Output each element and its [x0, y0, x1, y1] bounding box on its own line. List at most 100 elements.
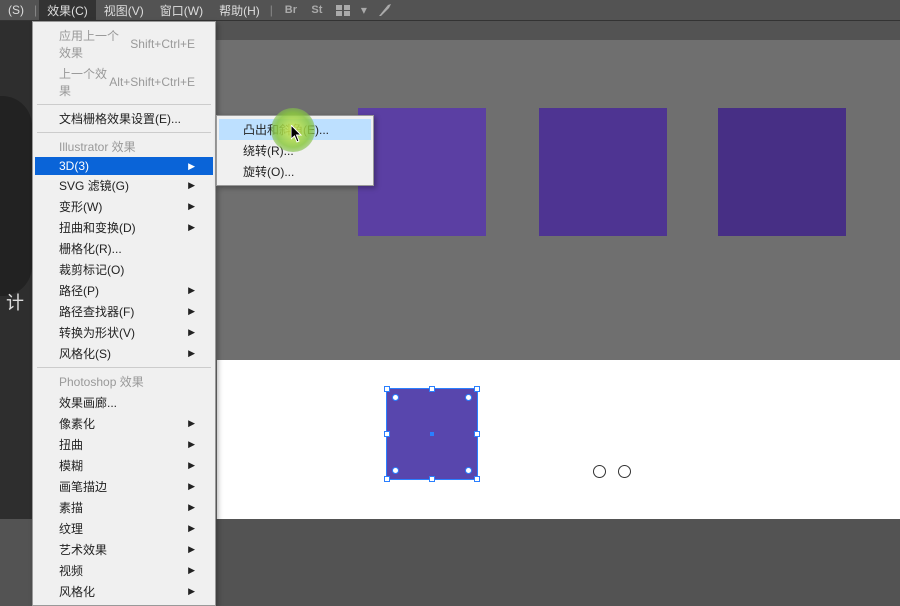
submenu-item[interactable]: 凸出和斜角(E)...	[219, 119, 371, 140]
menu-section-illustrator: Illustrator 效果	[35, 136, 213, 157]
menu-item[interactable]: 扭曲和变换(D)▶	[35, 217, 213, 238]
circle-1[interactable]	[593, 465, 606, 478]
bridge-icon[interactable]: Br	[283, 2, 299, 18]
menu-item[interactable]: 风格化▶	[35, 581, 213, 602]
resize-handle-nw[interactable]	[384, 386, 390, 392]
anchor-point[interactable]	[465, 467, 472, 474]
menu-s[interactable]: (S)	[0, 0, 32, 20]
anchor-point[interactable]	[465, 394, 472, 401]
menu-doc-raster[interactable]: 文档栅格效果设置(E)...	[35, 108, 213, 129]
menu-view[interactable]: 视图(V)	[96, 0, 152, 20]
menu-divider	[37, 367, 211, 368]
submenu-arrow-icon: ▶	[188, 180, 195, 191]
menu-section-photoshop: Photoshop 效果	[35, 371, 213, 392]
menu-item[interactable]: SVG 滤镜(G)▶	[35, 175, 213, 196]
anchor-point[interactable]	[392, 467, 399, 474]
anchor-point[interactable]	[392, 394, 399, 401]
menu-label: 艺术效果	[59, 541, 107, 558]
submenu-arrow-icon: ▶	[188, 481, 195, 492]
menu-label: 3D(3)	[59, 159, 89, 173]
menu-item[interactable]: 模糊▶	[35, 455, 213, 476]
menu-label: 文档栅格效果设置(E)...	[59, 110, 181, 127]
menu-effects[interactable]: 效果(C)	[39, 0, 96, 20]
menu-shortcut: Alt+Shift+Ctrl+E	[109, 75, 195, 89]
menu-label: 风格化(S)	[59, 345, 111, 362]
resize-handle-w[interactable]	[384, 431, 390, 437]
menu-divider	[37, 132, 211, 133]
menu-item[interactable]: 路径查找器(F) ▶	[35, 301, 213, 322]
submenu-item[interactable]: 绕转(R)...	[219, 140, 371, 161]
left-char: 计	[6, 289, 24, 315]
submenu-arrow-icon: ▶	[188, 306, 195, 317]
menu-label: 素描	[59, 499, 83, 516]
menu-item[interactable]: 像素化 ▶	[35, 413, 213, 434]
menu-last-effect[interactable]: 上一个效果 Alt+Shift+Ctrl+E	[35, 63, 213, 101]
menu-item[interactable]: 栅格化(R)...	[35, 238, 213, 259]
selected-object[interactable]	[386, 388, 478, 480]
resize-handle-e[interactable]	[474, 431, 480, 437]
menu-label: 路径查找器(F)	[59, 303, 134, 320]
center-point[interactable]	[430, 432, 434, 436]
circle-objects	[593, 465, 631, 478]
windows-icon[interactable]	[335, 2, 351, 18]
menu-label: 纹理	[59, 520, 83, 537]
submenu-arrow-icon: ▶	[188, 201, 195, 212]
submenu-arrow-icon: ▶	[188, 439, 195, 450]
menu-label: 裁剪标记(O)	[59, 261, 124, 278]
submenu-arrow-icon: ▶	[188, 502, 195, 513]
submenu-arrow-icon: ▶	[188, 285, 195, 296]
submenu-arrow-icon: ▶	[188, 327, 195, 338]
menubar: (S) | 效果(C) 视图(V) 窗口(W) 帮助(H) | Br St ▾	[0, 0, 900, 21]
submenu-arrow-icon: ▶	[188, 348, 195, 359]
menu-item[interactable]: 风格化(S) ▶	[35, 343, 213, 364]
dropdown-triangle-icon[interactable]: ▾	[361, 3, 367, 17]
submenu-item[interactable]: 旋转(O)...	[219, 161, 371, 182]
menu-label: 扭曲	[59, 436, 83, 453]
menu-item[interactable]: 画笔描边▶	[35, 476, 213, 497]
menu-item[interactable]: 素描 ▶	[35, 497, 213, 518]
menu-item[interactable]: 裁剪标记(O)	[35, 259, 213, 280]
menu-separator: |	[268, 3, 275, 17]
menu-label: 像素化	[59, 415, 95, 432]
menu-item[interactable]: 效果画廊...	[35, 392, 213, 413]
menu-label: 视频	[59, 562, 83, 579]
menu-label: 上一个效果	[59, 65, 109, 99]
purple-square-1[interactable]	[358, 108, 486, 236]
submenu-arrow-icon: ▶	[188, 565, 195, 576]
resize-handle-sw[interactable]	[384, 476, 390, 482]
stock-icon[interactable]: St	[309, 2, 325, 18]
menu-help[interactable]: 帮助(H)	[211, 0, 268, 20]
menu-label: 转换为形状(V)	[59, 324, 135, 341]
artboard[interactable]	[217, 360, 900, 519]
submenu-arrow-icon: ▶	[188, 544, 195, 555]
resize-handle-se[interactable]	[474, 476, 480, 482]
menu-item[interactable]: 3D(3)▶	[35, 157, 213, 175]
menu-label: 变形(W)	[59, 198, 102, 215]
purple-square-3[interactable]	[718, 108, 846, 236]
menu-divider	[37, 104, 211, 105]
menu-apply-last-effect[interactable]: 应用上一个效果 Shift+Ctrl+E	[35, 25, 213, 63]
submenu-arrow-icon: ▶	[188, 222, 195, 233]
submenu-arrow-icon: ▶	[188, 418, 195, 429]
feather-icon[interactable]	[377, 2, 393, 18]
menu-separator: |	[32, 3, 39, 17]
left-panel: 计	[0, 21, 32, 519]
menu-item[interactable]: 扭曲 ▶	[35, 434, 213, 455]
menu-item[interactable]: 艺术效果 ▶	[35, 539, 213, 560]
menu-shortcut: Shift+Ctrl+E	[130, 37, 195, 51]
menu-item[interactable]: 纹理▶	[35, 518, 213, 539]
menu-label: 路径(P)	[59, 282, 99, 299]
menu-item[interactable]: 视频 ▶	[35, 560, 213, 581]
menu-item[interactable]: 变形(W) ▶	[35, 196, 213, 217]
menu-item[interactable]: 路径(P) ▶	[35, 280, 213, 301]
resize-handle-s[interactable]	[429, 476, 435, 482]
purple-square-2[interactable]	[539, 108, 667, 236]
menu-label: 应用上一个效果	[59, 27, 130, 61]
circle-2[interactable]	[618, 465, 631, 478]
submenu-arrow-icon: ▶	[188, 460, 195, 471]
resize-handle-n[interactable]	[429, 386, 435, 392]
menu-window[interactable]: 窗口(W)	[152, 0, 211, 20]
submenu-3d: 凸出和斜角(E)...绕转(R)...旋转(O)...	[216, 115, 374, 186]
resize-handle-ne[interactable]	[474, 386, 480, 392]
menu-item[interactable]: 转换为形状(V) ▶	[35, 322, 213, 343]
